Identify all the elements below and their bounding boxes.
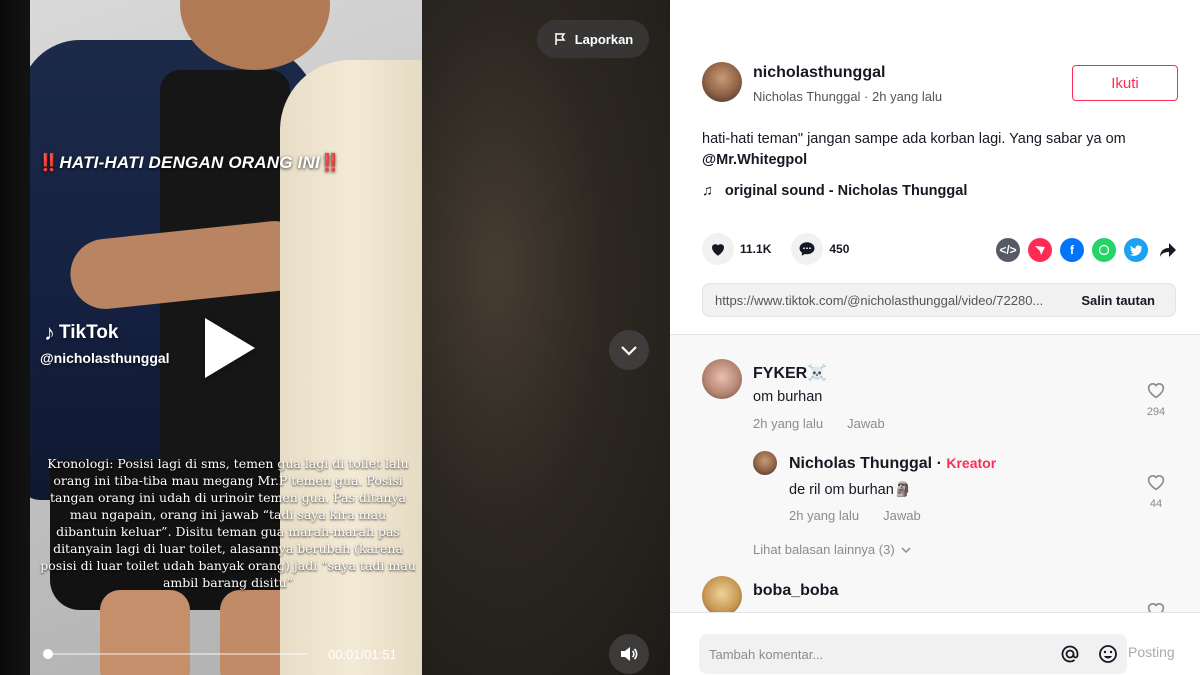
- scene-leg: [100, 590, 190, 675]
- double-exclamation-icon: ‼️: [319, 153, 342, 172]
- post-description: hati-hati teman" jangan sampe ada korban…: [702, 129, 1172, 171]
- report-button[interactable]: Laporkan: [537, 20, 649, 58]
- comment-input[interactable]: Tambah komentar...: [699, 634, 1127, 674]
- comment-username[interactable]: FYKER☠️: [753, 363, 827, 383]
- reply-like-count: 44: [1149, 498, 1163, 510]
- whatsapp-icon[interactable]: [1092, 238, 1116, 262]
- reply-text: de ril om burhan🗿: [789, 482, 912, 498]
- heart-outline-icon: [1147, 475, 1165, 491]
- play-icon[interactable]: [205, 318, 255, 378]
- speaker-icon: [621, 647, 638, 661]
- at-icon: [1061, 645, 1079, 663]
- comment-composer: Tambah komentar... Posting: [670, 612, 1200, 675]
- volume-button[interactable]: [609, 634, 649, 674]
- sound-link[interactable]: ♫ original sound - Nicholas Thunggal: [702, 183, 967, 199]
- comment-list[interactable]: FYKER☠️ om burhan 2h yang lalu Jawab 294…: [670, 335, 1200, 612]
- next-video-button[interactable]: [609, 330, 649, 370]
- watermark-brand: TikTok: [59, 322, 119, 343]
- facebook-icon[interactable]: f: [1060, 238, 1084, 262]
- comment-time: 2h yang lalu: [753, 416, 824, 431]
- twitter-icon[interactable]: [1124, 238, 1148, 262]
- comment-button[interactable]: [791, 233, 824, 265]
- comment-avatar[interactable]: [702, 576, 742, 612]
- music-note-icon: ♫: [702, 183, 713, 199]
- like-button[interactable]: [702, 233, 734, 265]
- video-overlay-title: ‼️HATI-HATI DENGAN ORANG INI‼️: [38, 153, 408, 173]
- reply-username[interactable]: Nicholas Thunggal: [789, 455, 932, 472]
- comment-icon: [799, 242, 815, 256]
- author-avatar[interactable]: [702, 62, 742, 102]
- watermark-handle: @nicholasthunggal: [40, 350, 170, 366]
- reply-meta: 2h yang lalu Jawab: [789, 508, 921, 523]
- comment-text: om burhan: [753, 389, 823, 405]
- post-comment-button[interactable]: Posting: [1128, 644, 1175, 660]
- send-icon[interactable]: [1028, 238, 1052, 262]
- comment-like[interactable]: 294: [1141, 381, 1171, 418]
- video-time: 00:01/01:51: [328, 647, 397, 662]
- description-text: hati-hati teman" jangan sampe ada korban…: [702, 131, 1126, 147]
- comment-like[interactable]: [1141, 601, 1171, 612]
- video-progress-bar[interactable]: [43, 649, 308, 659]
- reply-avatar[interactable]: [753, 451, 777, 475]
- reply-like[interactable]: 44: [1141, 473, 1171, 510]
- reply-button[interactable]: Jawab: [883, 508, 921, 523]
- reply-button[interactable]: Jawab: [847, 416, 885, 431]
- comment-username[interactable]: boba_boba: [753, 582, 838, 600]
- video-caption: Kronologi: Posisi lagi di sms, temen gua…: [40, 456, 416, 590]
- view-more-replies-label: Lihat balasan lainnya (3): [753, 542, 895, 557]
- video-url[interactable]: https://www.tiktok.com/@nicholasthunggal…: [703, 293, 1069, 308]
- report-label: Laporkan: [574, 31, 634, 47]
- copy-link-box: https://www.tiktok.com/@nicholasthunggal…: [702, 283, 1176, 317]
- reply-username-row: Nicholas Thunggal · Kreator: [789, 455, 996, 473]
- embed-icon[interactable]: </>: [996, 238, 1020, 262]
- engagement-stats: 11.1K 450: [702, 233, 869, 265]
- mention-link[interactable]: @Mr.Whitegpol: [702, 152, 807, 168]
- comment-like-count: 294: [1146, 406, 1166, 418]
- emoji-button[interactable]: [1089, 634, 1127, 674]
- comment-placeholder: Tambah komentar...: [709, 646, 824, 662]
- mention-button[interactable]: [1051, 634, 1089, 674]
- share-row: </> f: [996, 238, 1180, 262]
- view-more-replies[interactable]: Lihat balasan lainnya (3): [753, 542, 911, 557]
- follow-button[interactable]: Ikuti: [1072, 65, 1178, 101]
- chevron-down-icon: [621, 346, 637, 356]
- author-subline: Nicholas Thunggal · 2h yang lalu: [753, 89, 943, 104]
- sound-title: original sound - Nicholas Thunggal: [724, 183, 968, 199]
- reply-separator: ·: [932, 455, 947, 472]
- copy-link-button[interactable]: Salin tautan: [1069, 293, 1175, 308]
- video-player[interactable]: ‼️HATI-HATI DENGAN ORANG INI‼️ ♪ TikTok …: [0, 0, 670, 675]
- heart-icon: [712, 244, 724, 256]
- smile-icon: [1099, 645, 1117, 663]
- heart-outline-icon: [1147, 603, 1165, 612]
- tiktok-logo-icon: ♪: [44, 320, 55, 345]
- author-handle[interactable]: nicholasthunggal: [753, 64, 885, 82]
- forward-icon[interactable]: [1156, 238, 1180, 262]
- comment-avatar[interactable]: [702, 359, 742, 399]
- creator-badge: Kreator: [946, 455, 997, 471]
- flag-icon: [554, 33, 566, 45]
- comment-meta: 2h yang lalu Jawab: [753, 416, 885, 431]
- double-exclamation-icon: ‼️: [38, 153, 60, 172]
- tiktok-watermark: ♪ TikTok: [44, 320, 118, 346]
- comment-count: 450: [829, 242, 850, 256]
- like-count: 11.1K: [740, 242, 772, 256]
- heart-outline-icon: [1147, 383, 1165, 399]
- overlay-title-text: HATI-HATI DENGAN ORANG INI: [59, 153, 320, 172]
- chevron-down-icon: [901, 546, 911, 553]
- details-panel: nicholasthunggal Nicholas Thunggal · 2h …: [670, 0, 1200, 675]
- reply-time: 2h yang lalu: [789, 508, 860, 523]
